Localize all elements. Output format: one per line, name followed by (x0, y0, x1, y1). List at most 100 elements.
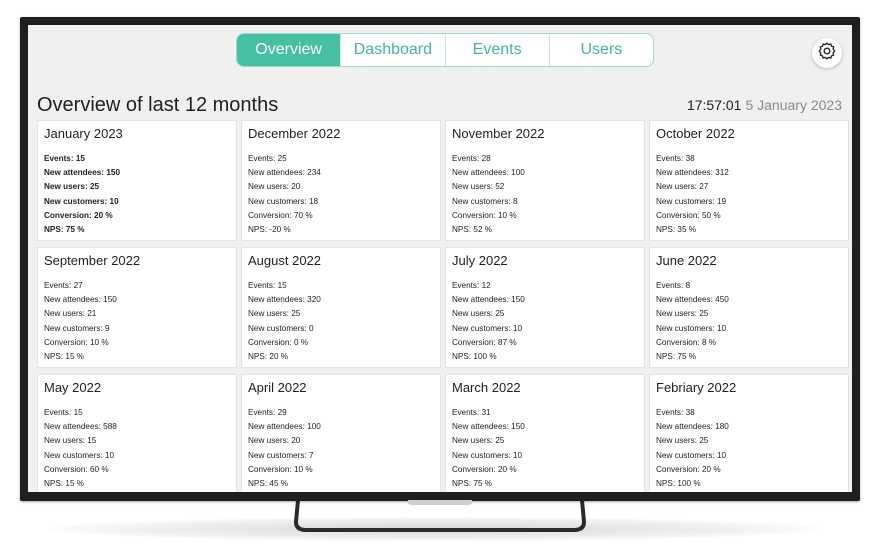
month-stat-line: NPS: 15 % (44, 352, 85, 362)
tab-overview[interactable]: Overview (237, 34, 341, 66)
month-card[interactable]: January 2023 Events: 15 New attendees: 150… (37, 120, 237, 241)
month-stat-line: Conversion: 20 % (44, 210, 113, 220)
month-card-title: August 2022 (248, 253, 322, 268)
month-stat-line: New customers: 10 (452, 450, 523, 460)
month-stat-line: New customers: 18 (248, 196, 319, 206)
month-stat-line: NPS: 15 % (44, 479, 85, 489)
month-card[interactable]: July 2022 Events: 12 New attendees: 150 New… (445, 247, 645, 368)
tv-frame: Overview Dashboard Events Users Overview… (20, 17, 860, 501)
month-stat-line: New customers: 10 (44, 450, 115, 460)
month-card-title: July 2022 (452, 253, 508, 268)
month-stat-line: Conversion: 10 % (248, 464, 313, 474)
tab-bar: Overview Dashboard Events Users (236, 33, 654, 67)
month-stat-line: NPS: 100 % (452, 352, 497, 362)
month-card[interactable]: December 2022 Events: 25 New attendees: 23… (241, 120, 441, 241)
month-stats: Events: 38 New attendees: 180 New users: 2… (656, 406, 842, 491)
month-stats: Events: 28 New attendees: 100 New users: 5… (452, 152, 638, 237)
month-stat-line: New attendees: 150 (44, 295, 117, 305)
month-stat-line: New users: 25 (656, 436, 709, 446)
month-stat-line: Conversion: 8 % (656, 337, 717, 347)
month-card-title: May 2022 (44, 380, 102, 395)
settings-button[interactable] (812, 38, 842, 68)
month-stat-line: NPS: 75 % (656, 352, 697, 362)
month-stat-line: New attendees: 450 (656, 295, 729, 305)
month-stat-line: New customers: 10 (452, 323, 523, 333)
month-stat-line: Conversion: 10 % (452, 210, 517, 220)
month-card[interactable]: April 2022 Events: 29 New attendees: 100 Ne… (241, 374, 441, 492)
month-stat-line: New users: 27 (656, 182, 709, 192)
month-card[interactable]: October 2022 Events: 38 New attendees: 312… (649, 120, 849, 241)
month-stat-line: New users: 25 (656, 309, 709, 319)
month-card-title: December 2022 (248, 126, 341, 141)
month-stat-line: New users: 21 (44, 309, 97, 319)
month-stat-line: New attendees: 312 (656, 168, 729, 178)
tab-events[interactable]: Events (444, 34, 549, 66)
month-stat-line: Events: 25 (248, 154, 287, 163)
month-stat-line: New users: 25 (452, 436, 505, 446)
month-stat-line: NPS: 35 % (656, 225, 697, 235)
screen: Overview Dashboard Events Users Overview… (28, 25, 852, 492)
month-stat-line: New users: 25 (248, 309, 301, 319)
tab-users[interactable]: Users (548, 34, 653, 66)
month-stat-line: New attendees: 150 (452, 422, 525, 432)
month-stat-line: New attendees: 320 (248, 295, 321, 305)
month-card-title: September 2022 (44, 253, 141, 268)
month-card[interactable]: November 2022 Events: 28 New attendees: 10… (445, 120, 645, 241)
month-stat-line: New customers: 9 (44, 323, 110, 333)
month-stat-line: New users: 25 (44, 182, 100, 192)
month-stat-line: Events: 29 (248, 408, 287, 417)
month-stat-line: NPS: 45 % (248, 479, 289, 489)
month-card[interactable]: June 2022 Events: 8 New attendees: 450 New … (649, 247, 849, 368)
month-stat-line: New users: 52 (452, 182, 505, 192)
month-stat-line: Conversion: 60 % (44, 464, 109, 474)
month-stats: Events: 15 New attendees: 320 New users: 2… (248, 279, 434, 364)
month-stat-line: New users: 15 (44, 436, 97, 446)
month-stat-line: NPS: 20 % (248, 352, 289, 362)
month-stat-line: New attendees: 234 (248, 168, 321, 178)
month-card[interactable]: Febriary 2022 Events: 38 New attendees: 18… (649, 374, 849, 492)
month-stats: Events: 15 New attendees: 150 New users: 2… (44, 152, 230, 237)
month-stat-line: Conversion: 87 % (452, 337, 517, 347)
tv-foot (408, 500, 472, 505)
page-title: Overview of last 12 months (37, 94, 279, 116)
month-stat-line: NPS: 75 % (452, 479, 493, 489)
month-stat-line: New customers: 10 (44, 196, 119, 206)
month-stat-line: Events: 15 (44, 408, 83, 417)
month-stat-line: Conversion: 0 % (248, 337, 309, 347)
month-card-title: November 2022 (452, 126, 545, 141)
month-stat-line: New users: 20 (248, 182, 301, 192)
month-card[interactable]: August 2022 Events: 15 New attendees: 320 N… (241, 247, 441, 368)
month-stat-line: Events: 15 (248, 281, 287, 290)
month-stat-line: New customers: 8 (452, 196, 518, 206)
month-stat-line: New users: 25 (452, 309, 505, 319)
month-card[interactable]: September 2022 Events: 27 New attendees: 1… (37, 247, 237, 368)
month-stat-line: Events: 38 (656, 154, 695, 163)
month-card-title: Febriary 2022 (656, 380, 737, 395)
month-stat-line: Events: 12 (452, 281, 491, 290)
month-stat-line: Conversion: 10 % (44, 337, 109, 347)
month-stat-line: NPS: 52 % (452, 225, 493, 235)
month-card-title: January 2023 (44, 126, 123, 141)
tab-dashboard[interactable]: Dashboard (340, 34, 444, 66)
month-stats: Events: 38 New attendees: 312 New users: 2… (656, 152, 842, 237)
month-stat-line: NPS: -20 % (248, 225, 291, 235)
month-stat-line: New attendees: 180 (656, 422, 729, 432)
month-stat-line: New users: 20 (248, 436, 301, 446)
month-stat-line: NPS: 100 % (656, 479, 701, 489)
month-stats: Events: 29 New attendees: 100 New users: 2… (248, 406, 434, 491)
month-stat-line: Conversion: 70 % (248, 210, 313, 220)
month-stats: Events: 31 New attendees: 150 New users: 2… (452, 406, 638, 491)
month-stat-line: Conversion: 20 % (656, 464, 721, 474)
month-stat-line: New attendees: 100 (452, 168, 525, 178)
month-card[interactable]: May 2022 Events: 15 New attendees: 588 New … (37, 374, 237, 492)
month-stat-line: New attendees: 100 (248, 422, 321, 432)
clock: 17:57:01 5 January 2023 (687, 97, 842, 113)
month-card-title: March 2022 (452, 380, 521, 395)
month-card[interactable]: March 2022 Events: 31 New attendees: 150 Ne… (445, 374, 645, 492)
clock-time: 17:57:01 (686, 97, 742, 113)
month-stat-line: Conversion: 20 % (452, 464, 517, 474)
month-stat-line: New attendees: 150 (44, 168, 120, 178)
month-stat-line: Conversion: 50 % (656, 210, 721, 220)
month-stat-line: New customers: 10 (656, 450, 727, 460)
month-stat-line: New customers: 10 (656, 323, 727, 333)
